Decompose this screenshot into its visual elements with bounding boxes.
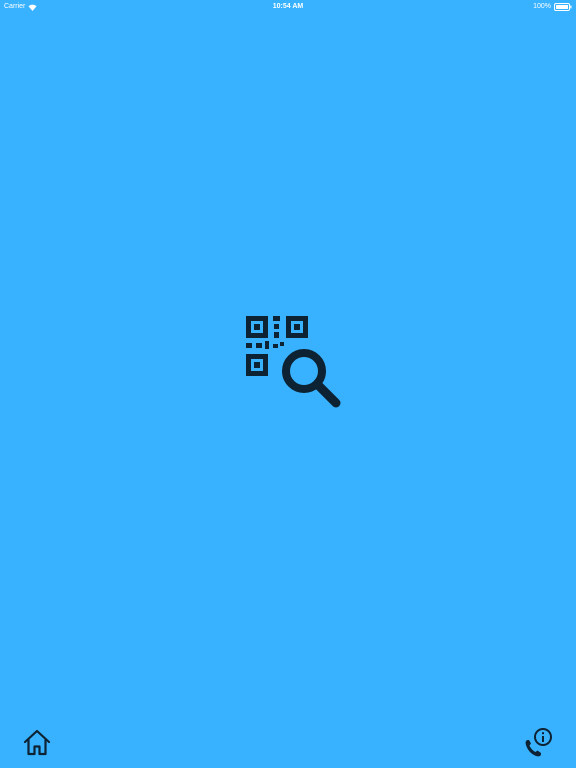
contact-info-button[interactable] bbox=[521, 726, 555, 760]
phone-info-icon bbox=[521, 726, 555, 760]
app-screen: Carrier 10:54 AM 100% bbox=[0, 0, 576, 768]
home-icon bbox=[22, 728, 52, 758]
status-time: 10:54 AM bbox=[272, 3, 304, 10]
status-bar: Carrier 10:54 AM 100% bbox=[0, 0, 576, 14]
bottom-toolbar bbox=[0, 724, 576, 768]
home-button[interactable] bbox=[22, 728, 52, 758]
battery-icon bbox=[554, 3, 572, 11]
qr-code-search-icon bbox=[244, 314, 342, 410]
status-right: 100% bbox=[533, 0, 572, 14]
battery-percentage: 100% bbox=[533, 3, 551, 10]
